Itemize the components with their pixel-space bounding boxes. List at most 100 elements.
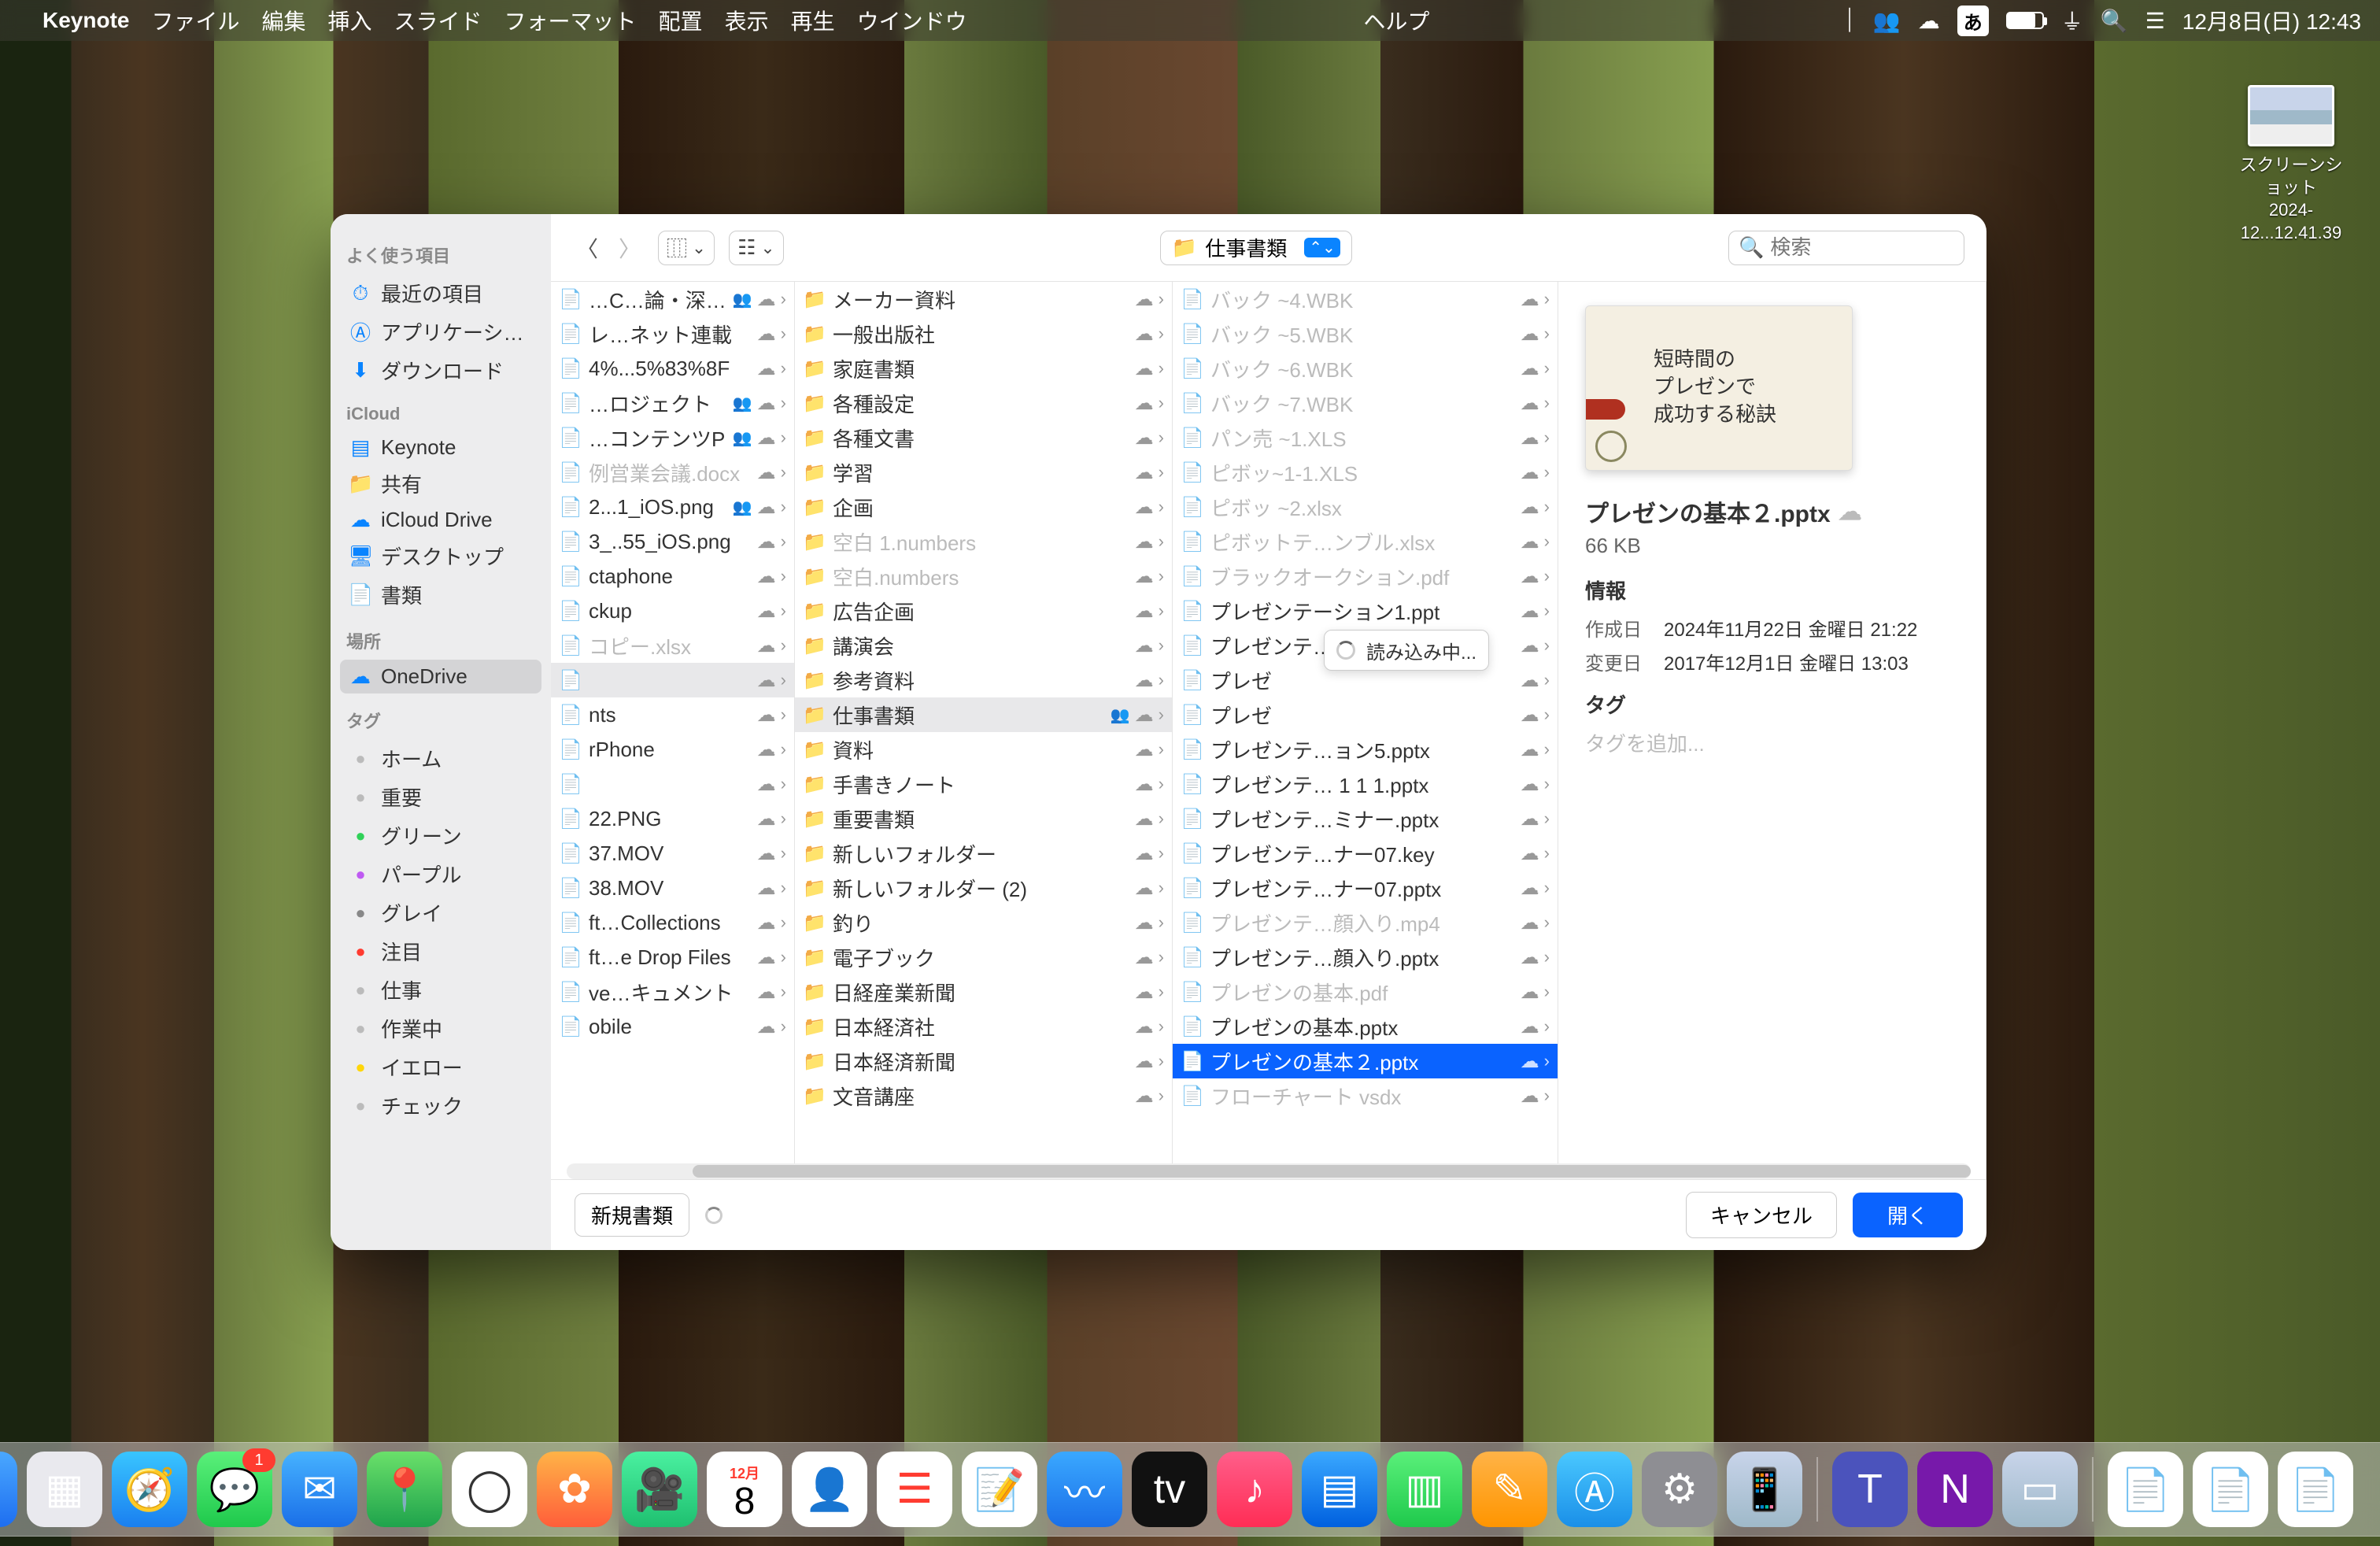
sidebar-item[interactable]: ▤Keynote	[340, 431, 541, 464]
desktop-screenshot-icon[interactable]: スクリーンショット 2024-12...12.41.39	[2232, 85, 2350, 244]
file-row[interactable]: 📁家庭書類☁›	[795, 351, 1172, 386]
file-row[interactable]: 📁メーカー資料☁›	[795, 282, 1172, 316]
status-teams-icon[interactable]: 👥	[1873, 8, 1901, 34]
dock-pages[interactable]: ✎	[1472, 1452, 1547, 1527]
file-row[interactable]: 📁各種文書☁›	[795, 420, 1172, 455]
menu-arrange[interactable]: 配置	[659, 5, 703, 36]
column-0[interactable]: 📄…C…論・深堀り👥☁›📄レ…ネット連載☁›📄4%...5%83%8F☁›📄…ロ…	[551, 282, 795, 1179]
new-document-button[interactable]: 新規書類	[575, 1193, 689, 1237]
menu-file[interactable]: ファイル	[151, 5, 239, 36]
dock-recent-3[interactable]: 📄	[2278, 1452, 2353, 1527]
menu-window[interactable]: ウインドウ	[857, 5, 967, 36]
open-button[interactable]: 開く	[1853, 1193, 1963, 1237]
dock-keynote[interactable]: ▤	[1302, 1452, 1377, 1527]
file-row[interactable]: 📄プレゼンテ…ミナー.pptx☁›	[1173, 801, 1558, 836]
status-datetime[interactable]: 12月8日(日) 12:43	[2182, 5, 2361, 36]
status-weather-icon[interactable]: ☁	[1918, 8, 1940, 34]
sidebar-item[interactable]: ●パープル	[340, 855, 541, 893]
file-row[interactable]: 📁電子ブック☁›	[795, 940, 1172, 975]
group-by-button[interactable]: ☷ ⌄	[729, 231, 783, 265]
menu-insert[interactable]: 挿入	[328, 5, 372, 36]
dock-finder[interactable]: ☺	[0, 1452, 17, 1527]
search-field[interactable]: 🔍	[1728, 231, 1964, 265]
search-input[interactable]	[1770, 235, 1954, 260]
sidebar-item[interactable]: 📄書類	[340, 575, 541, 614]
file-row[interactable]: 📁広告企画☁›	[795, 594, 1172, 628]
file-row[interactable]: 📄ブラックオークション.pdf☁›	[1173, 559, 1558, 594]
file-row[interactable]: 📄バック ~5.WBK☁›	[1173, 316, 1558, 351]
file-row[interactable]: 📄コピー.xlsx☁›	[551, 628, 794, 663]
dock-recent-2[interactable]: 📄	[2193, 1452, 2268, 1527]
app-name[interactable]: Keynote	[42, 8, 129, 33]
dock-safari[interactable]: 🧭	[112, 1452, 187, 1527]
view-mode-button[interactable]: ⿲ ⌄	[658, 231, 715, 265]
file-row[interactable]: 📄プレゼンテ… 1 1 1.pptx☁›	[1173, 767, 1558, 801]
dock-recent-1[interactable]: 📄	[2108, 1452, 2183, 1527]
file-row[interactable]: 📄4%...5%83%8F☁›	[551, 351, 794, 386]
path-control[interactable]: 📁 仕事書類 ⌃⌄	[1160, 231, 1352, 265]
dock-facetime[interactable]: 🎥	[622, 1452, 697, 1527]
file-row[interactable]: 📁釣り☁›	[795, 905, 1172, 940]
dock-launchpad[interactable]: ▦	[27, 1452, 102, 1527]
file-row[interactable]: 📄プレゼンテ…顔入り.mp4☁›	[1173, 905, 1558, 940]
file-row[interactable]: 📁新しいフォルダー (2)☁›	[795, 871, 1172, 905]
file-row[interactable]: 📁一般出版社☁›	[795, 316, 1172, 351]
sidebar-item[interactable]: ●注目	[340, 932, 541, 971]
file-row[interactable]: 📁文音講座☁›	[795, 1078, 1172, 1113]
file-row[interactable]: 📄ft…e Drop Files☁›	[551, 940, 794, 975]
file-row[interactable]: 📄…ロジェクト👥☁›	[551, 386, 794, 420]
file-row[interactable]: 📁日経産業新聞☁›	[795, 975, 1172, 1009]
sidebar-item[interactable]: ●仕事	[340, 971, 541, 1009]
cancel-button[interactable]: キャンセル	[1686, 1192, 1837, 1238]
column-1[interactable]: 📁メーカー資料☁›📁一般出版社☁›📁家庭書類☁›📁各種設定☁›📁各種文書☁›📁学…	[795, 282, 1173, 1179]
file-row[interactable]: 📁空白.numbers☁›	[795, 559, 1172, 594]
sidebar-item[interactable]: ●ホーム	[340, 739, 541, 778]
dock-numbers[interactable]: ▥	[1387, 1452, 1462, 1527]
dock-appstore[interactable]: Ⓐ	[1557, 1452, 1632, 1527]
sidebar-item[interactable]: ⏱最近の項目	[340, 274, 541, 313]
file-row[interactable]: 📄プレゼ☁›	[1173, 697, 1558, 732]
file-row[interactable]: 📄プレゼンの基本２.pptx☁›	[1173, 1044, 1558, 1078]
file-row[interactable]: 📄☁›	[551, 663, 794, 697]
sidebar-item[interactable]: ☁OneDrive	[340, 660, 541, 693]
file-row[interactable]: 📄22.PNG☁›	[551, 801, 794, 836]
file-row[interactable]: 📁参考資料☁›	[795, 663, 1172, 697]
menu-view[interactable]: 表示	[725, 5, 769, 36]
status-spotlight-icon[interactable]: 🔍	[2101, 8, 2128, 34]
file-row[interactable]: 📄rPhone☁›	[551, 732, 794, 767]
file-row[interactable]: 📁手書きノート☁›	[795, 767, 1172, 801]
dock-photos[interactable]: ✿	[537, 1452, 612, 1527]
status-battery-icon[interactable]	[2006, 12, 2044, 29]
sidebar-item[interactable]: ●作業中	[340, 1009, 541, 1048]
sidebar-item[interactable]: ⬇ダウンロード	[340, 351, 541, 390]
menu-slide[interactable]: スライド	[394, 5, 482, 36]
file-row[interactable]: 📄ピボットテ…ンブル.xlsx☁›	[1173, 524, 1558, 559]
sidebar-item[interactable]: Ⓐアプリケーシ…	[340, 313, 541, 351]
file-row[interactable]: 📁日本経済新聞☁›	[795, 1044, 1172, 1078]
file-row[interactable]: 📄ve…キュメント☁›	[551, 975, 794, 1009]
file-row[interactable]: 📄…コンテンツP👥☁›	[551, 420, 794, 455]
dock-settings[interactable]: ⚙	[1642, 1452, 1717, 1527]
dock-onenote[interactable]: N	[1917, 1452, 1993, 1527]
dock-notes[interactable]: 📝	[962, 1452, 1037, 1527]
sidebar-item[interactable]: 📁共有	[340, 464, 541, 503]
file-row[interactable]: 📁日本経済社☁›	[795, 1009, 1172, 1044]
file-row[interactable]: 📄プレゼンテーション1.ppt☁›	[1173, 594, 1558, 628]
file-row[interactable]: 📄3_..55_iOS.png☁›	[551, 524, 794, 559]
file-row[interactable]: 📄プレゼンテ…ナー07.key☁›	[1173, 836, 1558, 871]
sidebar-item[interactable]: ●イエロー	[340, 1048, 541, 1086]
dock-chrome[interactable]: ◯	[452, 1452, 527, 1527]
dock-teams[interactable]: T	[1832, 1452, 1908, 1527]
file-row[interactable]: 📄バック ~4.WBK☁›	[1173, 282, 1558, 316]
nav-back-button[interactable]: 〈	[573, 231, 601, 264]
file-row[interactable]: 📄プレゼンテ…ョン5.pptx☁›	[1173, 732, 1558, 767]
file-row[interactable]: 📄☁›	[551, 767, 794, 801]
dock-music[interactable]: ♪	[1217, 1452, 1292, 1527]
file-row[interactable]: 📄プレゼンの基本.pdf☁›	[1173, 975, 1558, 1009]
file-row[interactable]: 📁企画☁›	[795, 490, 1172, 524]
file-row[interactable]: 📄37.MOV☁›	[551, 836, 794, 871]
file-row[interactable]: 📁重要書類☁›	[795, 801, 1172, 836]
file-row[interactable]: 📄2...1_iOS.png👥☁›	[551, 490, 794, 524]
column-2[interactable]: 📄バック ~4.WBK☁›📄バック ~5.WBK☁›📄バック ~6.WBK☁›📄…	[1173, 282, 1558, 1179]
file-row[interactable]: 📁仕事書類👥☁›	[795, 697, 1172, 732]
